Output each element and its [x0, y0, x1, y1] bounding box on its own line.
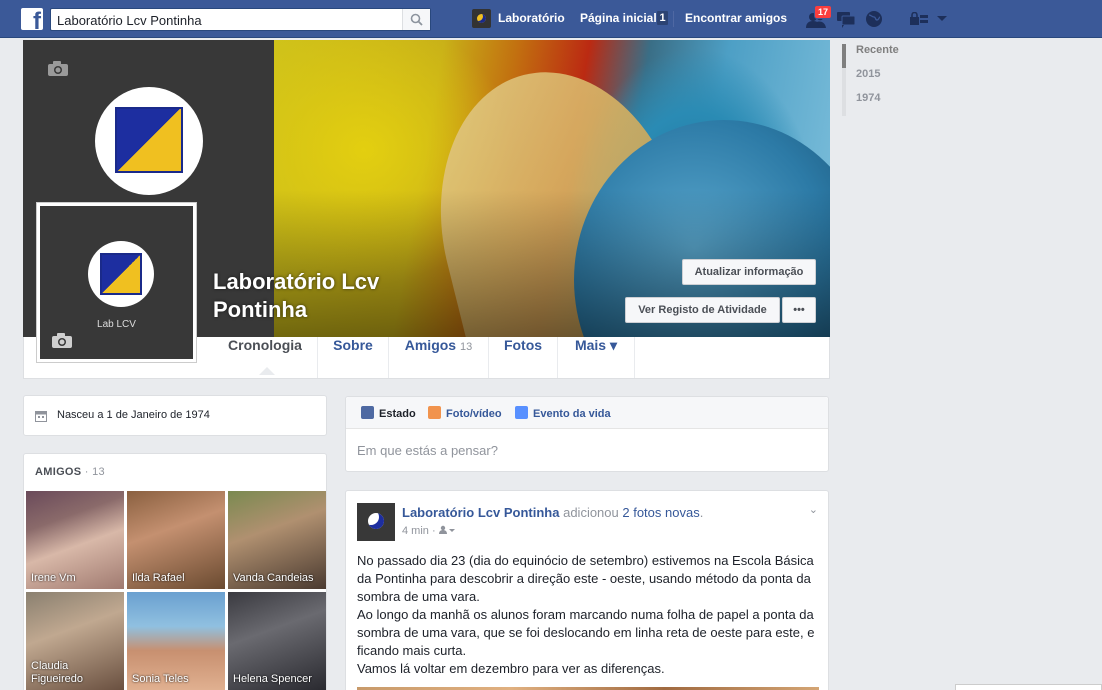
nav-separator — [673, 11, 674, 27]
search-button[interactable] — [402, 9, 430, 30]
nav-find-friends-link[interactable]: Encontrar amigos — [685, 11, 787, 25]
composer-tab-life-event-label: Evento da vida — [533, 408, 611, 420]
friend-tile[interactable]: Ilda Rafael — [127, 491, 225, 589]
timeline-nav-recent[interactable]: Recente — [842, 44, 899, 68]
friend-name: Irene Vm — [31, 572, 76, 584]
post-timestamp[interactable]: 4 min — [402, 525, 429, 537]
messages-icon[interactable] — [836, 10, 856, 28]
composer-input[interactable]: Em que estás a pensar? — [357, 443, 498, 458]
facebook-logo-icon[interactable]: f — [21, 8, 43, 30]
friend-requests-badge: 17 — [814, 5, 833, 19]
friend-tile[interactable]: Irene Vm — [26, 491, 124, 589]
change-profile-camera-icon[interactable] — [51, 333, 73, 349]
friend-name: Sonia Teles — [132, 673, 189, 685]
profile-picture[interactable]: Lab LCV — [36, 202, 197, 363]
profile-label: Lab LCV — [97, 319, 136, 330]
friend-name: Vanda Candeias — [233, 572, 314, 584]
friend-tile[interactable]: Sonia Teles — [127, 592, 225, 690]
audience-friends-icon[interactable] — [438, 525, 455, 535]
composer-tab-photo[interactable]: Foto/vídeo — [428, 406, 502, 420]
post-paragraph: No passado dia 23 (dia do equinócio de s… — [357, 553, 814, 604]
activity-log-button[interactable]: Ver Registo de Atividade — [625, 297, 780, 323]
profile-logo — [88, 241, 154, 307]
tab-more[interactable]: Mais ▾ — [558, 337, 635, 378]
nav-avatar[interactable] — [472, 9, 491, 28]
search-box — [50, 8, 431, 31]
post-paragraph: Ao longo da manhã os alunos foram marcan… — [357, 607, 815, 658]
update-info-button[interactable]: Atualizar informação — [682, 259, 816, 285]
cover-logo — [95, 87, 203, 195]
timeline-year-nav: Recente 2015 1974 — [842, 44, 899, 116]
flag-icon — [515, 406, 528, 419]
post-composer: Estado Foto/vídeo Evento da vida Em que … — [345, 396, 829, 472]
nav-profile-link[interactable]: Laboratório — [498, 11, 565, 25]
post-author-link[interactable]: Laboratório Lcv Pontinha — [402, 505, 559, 520]
friend-tile[interactable]: Claudia Figueiredo — [26, 592, 124, 690]
friend-name: Helena Spencer — [233, 673, 312, 685]
more-options-button[interactable]: ••• — [782, 297, 816, 323]
photo-icon — [428, 406, 441, 419]
friend-name: Claudia Figueiredo — [31, 660, 83, 685]
profile-picture-inner: Lab LCV — [40, 206, 193, 359]
post-options-chevron-down-icon[interactable]: ⌄ — [809, 503, 818, 516]
notifications-globe-icon[interactable] — [865, 10, 883, 28]
tab-photos[interactable]: Fotos — [489, 337, 558, 378]
friends-heading-label: AMIGOS — [35, 466, 82, 478]
home-count-badge: 1 — [657, 11, 668, 25]
tab-friends-count: 13 — [459, 341, 473, 353]
post-author-avatar[interactable] — [357, 503, 395, 541]
feed-post: Laboratório Lcv Pontinha adicionou 2 fot… — [345, 490, 829, 690]
tab-friends[interactable]: Amigos 13 — [389, 337, 489, 378]
lab-logo-mark — [100, 253, 142, 295]
friend-tile[interactable]: Helena Spencer — [228, 592, 326, 690]
friend-name: Ilda Rafael — [132, 572, 185, 584]
post-object-link[interactable]: 2 fotos novas — [622, 505, 699, 520]
composer-tab-status[interactable]: Estado — [361, 406, 416, 420]
post-meta: 4 min · — [402, 525, 455, 537]
facebook-logo-letter: f — [33, 8, 41, 31]
calendar-icon — [35, 411, 47, 422]
post-body: No passado dia 23 (dia do equinócio de s… — [357, 552, 819, 678]
friends-heading[interactable]: AMIGOS · 13 — [35, 466, 105, 478]
post-header: Laboratório Lcv Pontinha adicionou 2 fot… — [402, 505, 704, 520]
search-input[interactable] — [57, 11, 402, 29]
tab-friends-label: Amigos — [404, 337, 457, 353]
composer-tab-status-label: Estado — [379, 408, 416, 420]
friends-card: AMIGOS · 13 Irene Vm Ilda Rafael Vanda C… — [23, 453, 327, 690]
friends-count: 13 — [92, 466, 105, 478]
account-menu-chevron-down-icon[interactable] — [936, 15, 948, 23]
post-action: adicionou — [563, 505, 619, 520]
privacy-shortcuts-icon[interactable] — [909, 12, 929, 26]
timeline-nav-2015[interactable]: 2015 — [842, 68, 899, 92]
lab-logo-mark — [115, 107, 183, 173]
chat-bar[interactable] — [955, 684, 1102, 690]
change-cover-camera-icon[interactable] — [47, 61, 69, 77]
search-icon — [410, 13, 423, 26]
intro-card: Nasceu a 1 de Janeiro de 1974 — [23, 395, 327, 436]
nav-home-link[interactable]: Página inicial — [580, 11, 657, 25]
birth-date-text: Nasceu a 1 de Janeiro de 1974 — [57, 409, 210, 421]
tab-about[interactable]: Sobre — [318, 337, 389, 378]
composer-tabs: Estado Foto/vídeo Evento da vida — [346, 397, 828, 429]
active-tab-indicator — [259, 367, 275, 375]
pencil-icon — [361, 406, 374, 419]
friends-heading-count: · 13 — [84, 466, 105, 478]
composer-tab-life-event[interactable]: Evento da vida — [515, 406, 611, 420]
composer-tab-photo-label: Foto/vídeo — [446, 408, 502, 420]
post-paragraph: Vamos lá voltar em dezembro para ver as … — [357, 661, 665, 676]
friend-tile[interactable]: Vanda Candeias — [228, 491, 326, 589]
page-name[interactable]: Laboratório Lcv Pontinha — [213, 268, 453, 324]
top-bar: f Laboratório Página inicial 1 Encontrar… — [0, 0, 1102, 38]
timeline-nav-1974[interactable]: 1974 — [842, 92, 899, 116]
